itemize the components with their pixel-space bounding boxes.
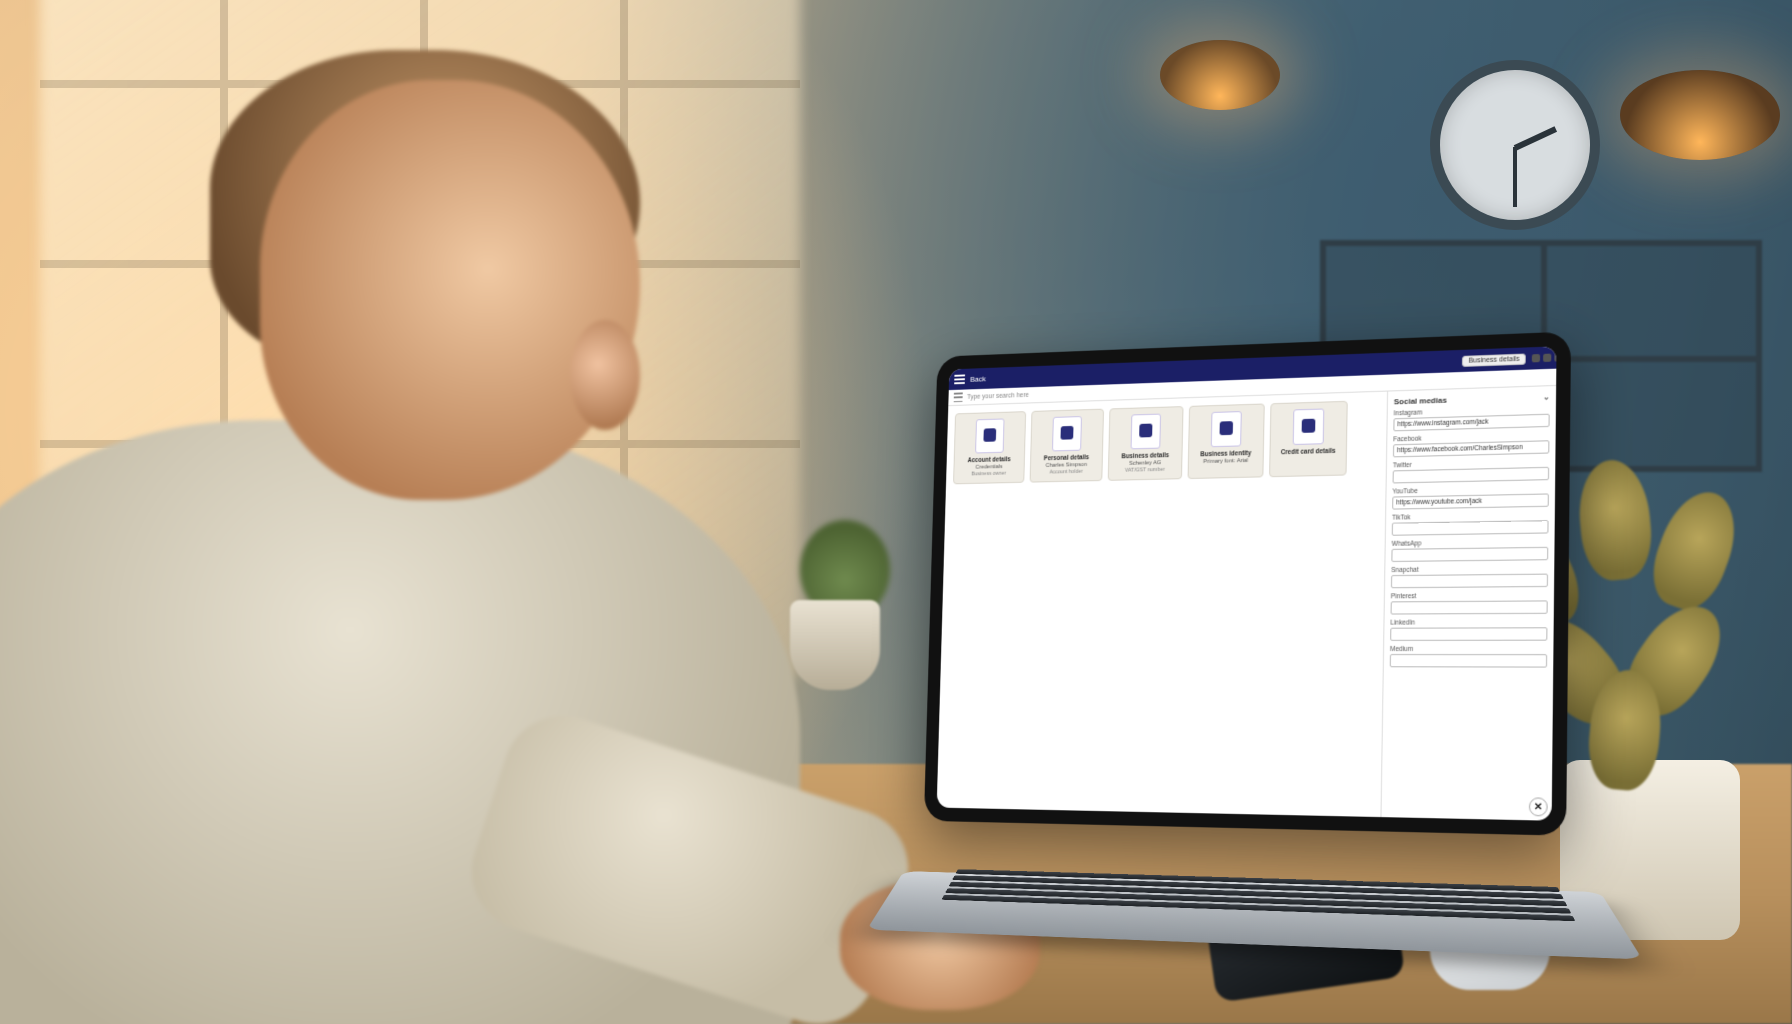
card-line: Account holder <box>1049 469 1082 476</box>
laptop-lid: Back Business details Type your search h… <box>924 331 1571 835</box>
menu-icon[interactable] <box>954 374 965 384</box>
card-business-identity[interactable]: Business identity Primary font: Arial <box>1188 403 1265 478</box>
linkedin-input[interactable] <box>1390 627 1547 641</box>
pinterest-input[interactable] <box>1391 600 1548 614</box>
card-icon <box>1293 408 1325 445</box>
back-label[interactable]: Back <box>970 374 986 383</box>
medium-input[interactable] <box>1390 654 1547 668</box>
list-icon[interactable] <box>954 392 963 402</box>
office-scene: Back Business details Type your search h… <box>0 0 1792 1024</box>
snapchat-input[interactable] <box>1391 574 1548 589</box>
field-label: Medium <box>1390 646 1547 653</box>
main-area: Account details Credentials Business own… <box>937 392 1387 818</box>
header-icon[interactable] <box>1532 354 1540 362</box>
pendant-lamp <box>1160 40 1280 110</box>
header-icons <box>1532 353 1557 362</box>
card-title: Credit card details <box>1281 448 1336 456</box>
field-label: LinkedIn <box>1390 619 1547 627</box>
search-placeholder[interactable]: Type your search here <box>967 392 1029 401</box>
card-personal-details[interactable]: Personal details Charles Simpson Account… <box>1030 409 1104 483</box>
wall-clock <box>1430 60 1600 230</box>
side-title-text: Social medias <box>1394 396 1447 407</box>
side-panel-title[interactable]: Social medias ⌄ <box>1394 392 1550 406</box>
card-account-details[interactable]: Account details Credentials Business own… <box>953 411 1026 484</box>
chevron-down-icon: ⌄ <box>1543 392 1550 401</box>
card-line: Primary font: Arial <box>1203 458 1248 466</box>
app-screen: Back Business details Type your search h… <box>937 346 1557 820</box>
app-body: Account details Credentials Business own… <box>937 386 1556 821</box>
card-row: Account details Credentials Business own… <box>953 400 1379 484</box>
palette-icon <box>1211 411 1242 447</box>
twitter-input[interactable] <box>1393 467 1550 484</box>
field-label: Snapchat <box>1391 565 1548 574</box>
card-title: Personal details <box>1044 454 1089 462</box>
laptop: Back Business details Type your search h… <box>920 329 1625 977</box>
card-line: VAT/GST number <box>1125 467 1165 474</box>
card-title: Account details <box>968 456 1011 464</box>
briefcase-icon <box>1131 414 1161 450</box>
field-label: Pinterest <box>1391 592 1548 600</box>
person-icon <box>1052 416 1082 451</box>
close-button[interactable]: ✕ <box>1529 797 1548 816</box>
card-business-details[interactable]: Business details Schenley AG VAT/GST num… <box>1108 406 1184 481</box>
header-icon[interactable] <box>1543 354 1551 362</box>
card-line: Business owner <box>971 470 1006 477</box>
whatsapp-input[interactable] <box>1391 547 1548 562</box>
tiktok-input[interactable] <box>1392 520 1549 536</box>
card-credit-card-details[interactable]: Credit card details <box>1269 401 1348 477</box>
header-icon[interactable] <box>1554 353 1556 361</box>
youtube-input[interactable] <box>1392 493 1549 509</box>
shield-icon <box>975 418 1004 453</box>
facebook-input[interactable] <box>1393 440 1549 457</box>
context-chip[interactable]: Business details <box>1462 353 1525 366</box>
person <box>0 60 860 1024</box>
pendant-lamp <box>1620 70 1780 160</box>
side-panel-social: Social medias ⌄ Instagram Facebook Twitt… <box>1380 386 1556 821</box>
card-title: Business details <box>1121 452 1169 460</box>
card-title: Business identity <box>1200 450 1251 458</box>
